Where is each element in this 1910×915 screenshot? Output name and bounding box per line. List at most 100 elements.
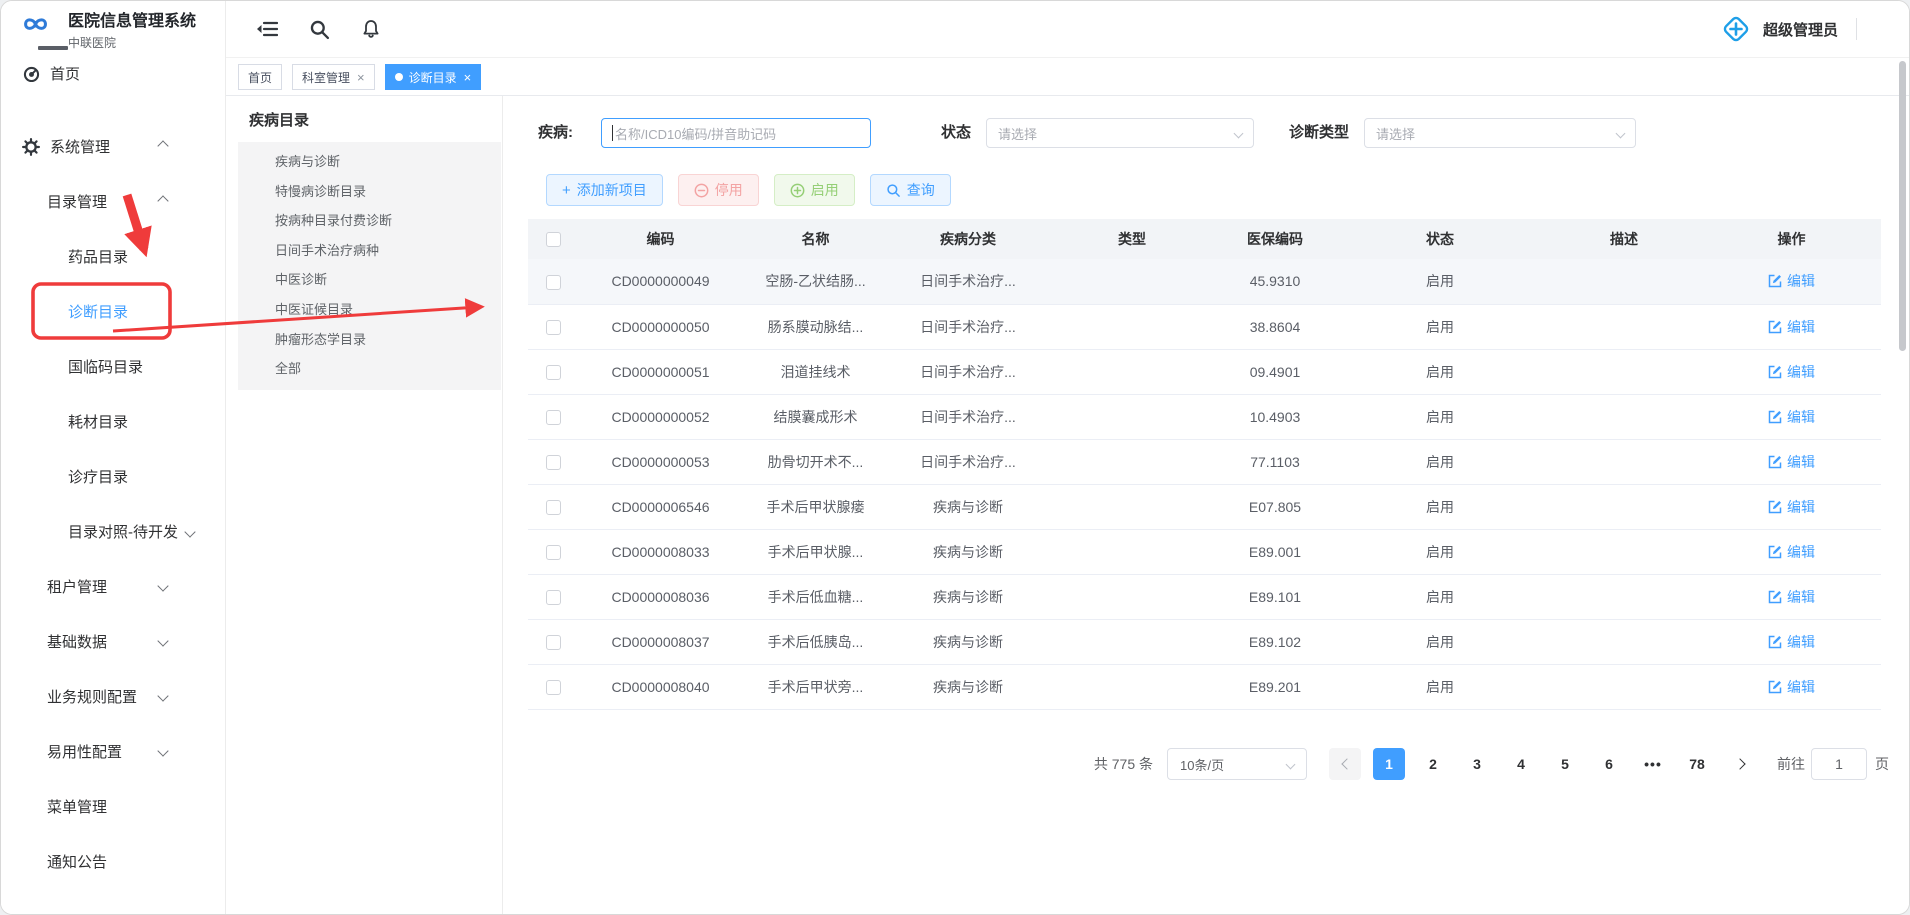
row-checkbox[interactable]	[546, 275, 561, 290]
edit-button[interactable]: 编辑	[1768, 271, 1815, 291]
sidebar-item-usability-config[interactable]: 易用性配置	[1, 724, 225, 779]
edit-icon	[1768, 680, 1782, 694]
tab-diagnosis-catalog[interactable]: 诊断目录 ×	[385, 64, 482, 90]
cell-status: 启用	[1334, 304, 1546, 349]
page-button-6[interactable]: 6	[1593, 748, 1625, 780]
close-icon[interactable]: ×	[357, 71, 365, 84]
tab-department-mgmt[interactable]: 科室管理 ×	[292, 64, 375, 90]
cell-type	[1048, 619, 1216, 664]
page-button-4[interactable]: 4	[1505, 748, 1537, 780]
cell-code: CD0000000052	[578, 394, 743, 439]
page-button-1[interactable]: 1	[1373, 748, 1405, 780]
close-icon[interactable]: ×	[464, 71, 472, 84]
cell-code: CD0000008036	[578, 574, 743, 619]
button-label: 停用	[715, 180, 743, 200]
row-checkbox[interactable]	[546, 410, 561, 425]
sidebar-item-notice[interactable]: 通知公告	[1, 834, 225, 889]
row-checkbox[interactable]	[546, 455, 561, 470]
status-select[interactable]: 请选择	[986, 118, 1254, 148]
sidebar-item-menu-mgmt[interactable]: 菜单管理	[1, 779, 225, 834]
add-new-item-button[interactable]: + 添加新项目	[546, 174, 663, 206]
bell-icon[interactable]	[360, 18, 382, 40]
edit-button[interactable]: 编辑	[1768, 632, 1815, 652]
diagnosis-type-select[interactable]: 请选择	[1364, 118, 1636, 148]
cell-status: 启用	[1334, 619, 1546, 664]
chevron-up-icon	[157, 195, 168, 206]
page-button-2[interactable]: 2	[1417, 748, 1449, 780]
page-size-select[interactable]: 10条/页	[1167, 748, 1307, 780]
edit-icon	[1768, 320, 1782, 334]
sidebar-item-treatment-catalog[interactable]: 诊疗目录	[1, 449, 225, 504]
more-pages-icon[interactable]: •••	[1637, 748, 1669, 780]
row-checkbox[interactable]	[546, 680, 561, 695]
catalog-item-disease-diagnosis[interactable]: 疾病与诊断	[238, 147, 501, 177]
sidebar-item-base-data[interactable]: 基础数据	[1, 614, 225, 669]
sidebar-item-home[interactable]: 首页	[1, 47, 225, 99]
cell-category: 疾病与诊断	[888, 484, 1048, 529]
edit-button[interactable]: 编辑	[1768, 362, 1815, 382]
row-checkbox[interactable]	[546, 590, 561, 605]
query-button[interactable]: 查询	[870, 174, 951, 206]
select-all-checkbox[interactable]	[546, 232, 561, 247]
sidebar-item-consumable-catalog[interactable]: 耗材目录	[1, 394, 225, 449]
row-checkbox[interactable]	[546, 545, 561, 560]
active-tab-dot	[395, 73, 403, 81]
catalog-item-special-chronic[interactable]: 特慢病诊断目录	[238, 177, 501, 207]
user-name[interactable]: 超级管理员	[1763, 19, 1838, 40]
tab-home[interactable]: 首页	[238, 64, 282, 90]
table-row: CD0000000051 泪道挂线术 日间手术治疗... 09.4901 启用 …	[528, 349, 1881, 394]
chevron-down-icon	[1616, 129, 1626, 139]
table-row: CD0000000052 结膜囊成形术 日间手术治疗... 10.4903 启用…	[528, 394, 1881, 439]
goto-page-input[interactable]	[1811, 748, 1867, 780]
sidebar-item-drug-catalog[interactable]: 药品目录	[1, 229, 225, 284]
diagnosis-table: 编码 名称 疾病分类 类型 医保编码 状态 描述 操作 CD0000000049…	[528, 219, 1881, 710]
disable-button[interactable]: 停用	[678, 174, 759, 206]
edit-button[interactable]: 编辑	[1768, 407, 1815, 427]
edit-button[interactable]: 编辑	[1768, 497, 1815, 517]
topbar-divider	[1856, 18, 1857, 40]
sidebar-item-system-mgmt[interactable]: 系统管理	[1, 119, 225, 174]
catalog-item-all[interactable]: 全部	[238, 354, 501, 384]
sidebar-item-tenant-mgmt[interactable]: 租户管理	[1, 559, 225, 614]
page-button-3[interactable]: 3	[1461, 748, 1493, 780]
row-checkbox[interactable]	[546, 365, 561, 380]
page-button-5[interactable]: 5	[1549, 748, 1581, 780]
edit-button[interactable]: 编辑	[1768, 542, 1815, 562]
sidebar-item-label: 诊断目录	[68, 301, 128, 322]
row-checkbox[interactable]	[546, 500, 561, 515]
sidebar-item-national-code-catalog[interactable]: 国临码目录	[1, 339, 225, 394]
catalog-item-tcm-diagnosis[interactable]: 中医诊断	[238, 265, 501, 295]
sidebar-item-catalog-compare[interactable]: 目录对照-待开发	[1, 504, 225, 559]
catalog-item-pay-by-disease[interactable]: 按病种目录付费诊断	[238, 206, 501, 236]
row-checkbox[interactable]	[546, 320, 561, 335]
sidebar-item-business-rules[interactable]: 业务规则配置	[1, 669, 225, 724]
edit-button[interactable]: 编辑	[1768, 317, 1815, 337]
edit-button[interactable]: 编辑	[1768, 452, 1815, 472]
app-title: 医院信息管理系统	[68, 13, 196, 31]
sidebar-item-diagnosis-catalog[interactable]: 诊断目录	[1, 284, 225, 339]
sidebar-collapse-icon[interactable]	[256, 18, 278, 40]
cell-type	[1048, 349, 1216, 394]
edit-label: 编辑	[1787, 587, 1815, 607]
sidebar-item-catalog-mgmt[interactable]: 目录管理	[1, 174, 225, 229]
edit-button[interactable]: 编辑	[1768, 677, 1815, 697]
catalog-item-tumor-morphology[interactable]: 肿瘤形态学目录	[238, 325, 501, 355]
enable-button[interactable]: 启用	[774, 174, 855, 206]
user-avatar-medical-cross-icon[interactable]	[1721, 14, 1751, 44]
goto-unit-label: 页	[1875, 754, 1889, 774]
chevron-down-icon	[157, 690, 168, 701]
search-icon[interactable]	[308, 18, 330, 40]
hospital-logo-icon	[19, 13, 53, 39]
catalog-item-day-surgery[interactable]: 日间手术治疗病种	[238, 236, 501, 266]
disease-search-input[interactable]: 名称/ICD10编码/拼音助记码	[601, 118, 871, 148]
chevron-down-icon	[1234, 129, 1244, 139]
row-checkbox[interactable]	[546, 635, 561, 650]
catalog-item-tcm-syndrome[interactable]: 中医证候目录	[238, 295, 501, 325]
prev-page-button[interactable]	[1329, 748, 1361, 780]
edit-button[interactable]: 编辑	[1768, 587, 1815, 607]
vertical-scrollbar-thumb[interactable]	[1899, 61, 1906, 351]
cell-category: 疾病与诊断	[888, 664, 1048, 709]
next-page-button[interactable]	[1725, 748, 1757, 780]
text-caret	[612, 125, 613, 141]
page-button-78[interactable]: 78	[1681, 748, 1713, 780]
